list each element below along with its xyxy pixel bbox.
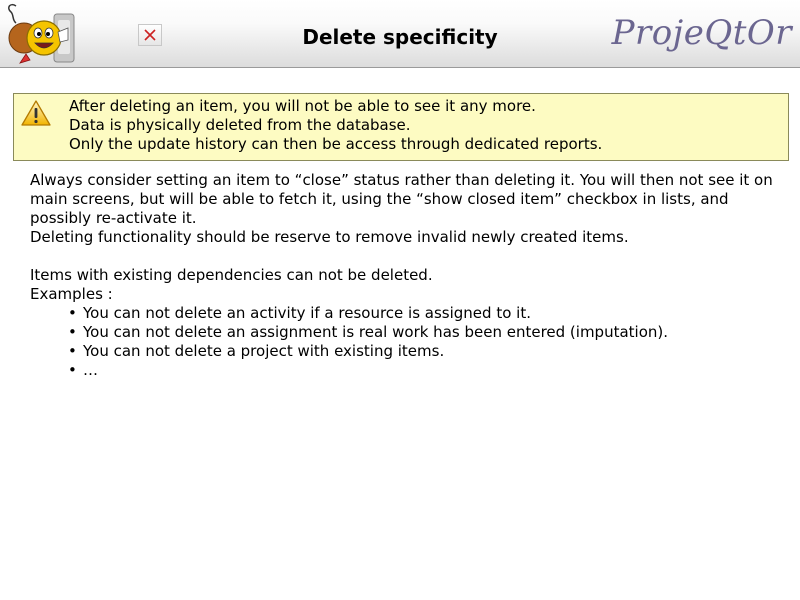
warning-line: Data is physically deleted from the data… [69,116,411,134]
page-title: Delete specificity [302,25,498,49]
warning-line: After deleting an item, you will not be … [69,97,536,115]
list-item: You can not delete an activity if a reso… [68,304,780,323]
warning-line: Only the update history can then be acce… [69,135,603,153]
warning-triangle-icon [20,99,52,127]
list-item: … [68,361,780,380]
close-button[interactable] [138,24,162,46]
header-bar: Delete specificity ProjeQtOr [0,0,800,68]
paragraph-close-status: Always consider setting an item to “clos… [30,171,773,227]
brand-logo-text: ProjeQtOr [611,13,792,53]
paragraph-dependencies: Items with existing dependencies can not… [30,266,433,284]
examples-list: You can not delete an activity if a reso… [30,304,780,380]
warning-text: After deleting an item, you will not be … [69,97,602,154]
examples-label: Examples : [30,285,113,303]
smiley-mascot-icon [2,0,82,68]
list-item: You can not delete a project with existi… [68,342,780,361]
paragraph-delete-usage: Deleting functionality should be reserve… [30,228,629,246]
list-item: You can not delete an assignment is real… [68,323,780,342]
warning-box: After deleting an item, you will not be … [13,93,789,161]
help-page: Delete specificity ProjeQtOr After delet… [0,0,800,600]
close-x-icon [144,29,156,41]
help-content: Always consider setting an item to “clos… [30,171,780,380]
